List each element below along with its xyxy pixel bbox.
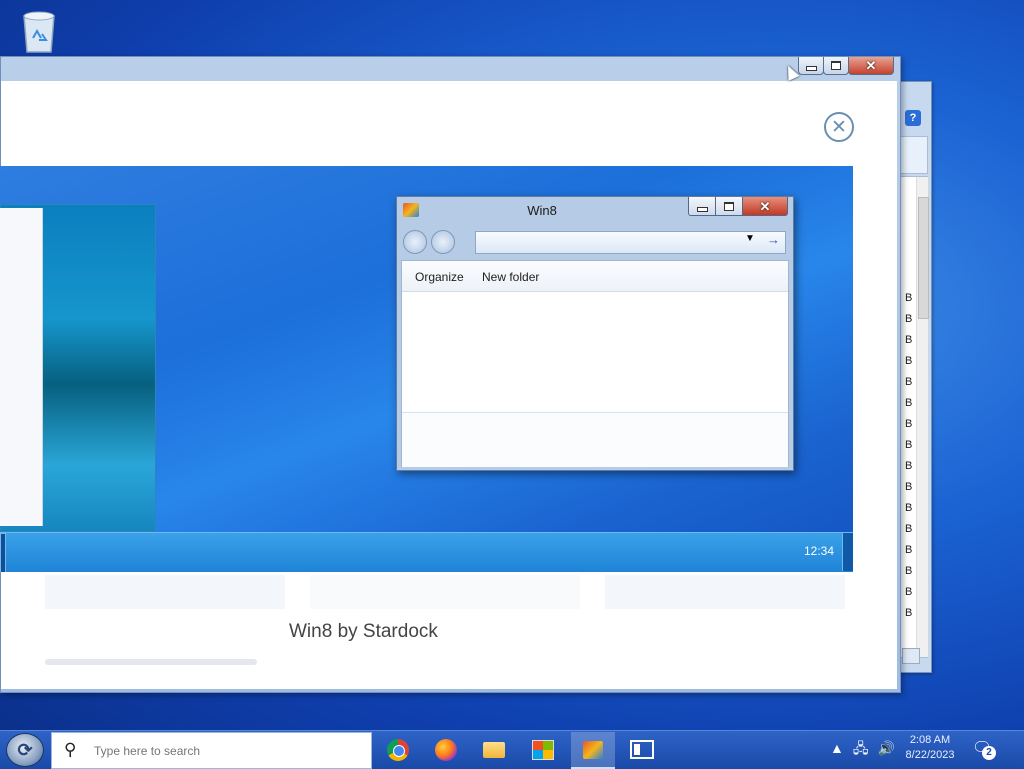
list-item: B — [905, 355, 913, 367]
taskbar-clock[interactable]: 2:08 AM 8/22/2023 — [898, 733, 962, 763]
chevron-down-icon: ▼ — [745, 233, 755, 244]
thumbnail[interactable] — [45, 575, 285, 609]
chrome-icon — [387, 738, 409, 761]
minimize-icon — [805, 66, 817, 71]
close-preview-button[interactable]: ✕ — [824, 112, 854, 142]
start-button[interactable]: ⟳ — [6, 733, 44, 767]
minimize-icon — [696, 206, 708, 212]
taskbar-chrome[interactable] — [376, 732, 420, 767]
details-pane — [900, 136, 928, 174]
explorer-title: Win8 — [527, 203, 557, 218]
minimize-button[interactable] — [798, 57, 824, 75]
new-folder-button: New folder — [482, 270, 540, 284]
search-box[interactable]: ⚲ — [51, 732, 372, 769]
close-icon: ✕ — [759, 198, 771, 214]
recycle-bin-icon[interactable] — [18, 8, 60, 54]
theme-preview-image: Win8 ✕ ▼ → Organize New folder 12:34 — [0, 166, 853, 572]
preview-explorer-window: Win8 ✕ ▼ → Organize New folder — [396, 196, 794, 471]
system-tray: ▲ 🖧 🔊 — [830, 738, 904, 762]
list-item: B — [905, 523, 913, 535]
maximize-icon — [831, 61, 841, 70]
command-bar: Organize New folder — [402, 261, 788, 292]
preview-show-desktop — [842, 533, 853, 571]
list-item: B — [905, 460, 913, 472]
explorer-maximize-button — [715, 197, 743, 216]
action-center-button[interactable]: 🗨 2 — [972, 738, 996, 760]
preview-start-menu-pane — [0, 208, 43, 526]
back-icon — [403, 230, 427, 254]
list-item: B — [905, 586, 913, 598]
list-item: B — [905, 397, 913, 409]
list-item: B — [905, 502, 913, 514]
list-item: B — [905, 334, 913, 346]
file-list[interactable]: B B B B B B B B B B B B B B B B — [900, 176, 929, 658]
win8-app-icon — [583, 740, 603, 759]
task-view-icon — [630, 740, 654, 759]
address-bar — [475, 231, 786, 254]
close-circle-icon: ✕ — [831, 116, 847, 138]
forward-icon — [431, 230, 455, 254]
chevron-up-icon[interactable]: ▲ — [830, 740, 844, 756]
scrollbar-thumb[interactable] — [918, 197, 929, 319]
preview-start-button — [0, 533, 6, 572]
notification-count: 2 — [982, 746, 996, 760]
clock-date: 8/22/2023 — [905, 749, 955, 761]
taskbar-file-explorer[interactable] — [472, 732, 516, 767]
list-item: B — [905, 439, 913, 451]
help-icon[interactable]: ? — [905, 110, 921, 126]
volume-icon[interactable]: 🔊 — [877, 740, 894, 756]
thumbnail[interactable] — [605, 575, 845, 609]
maximize-button[interactable] — [823, 57, 849, 75]
list-item: B — [905, 376, 913, 388]
firefox-icon — [435, 738, 457, 761]
close-button[interactable]: ✕ — [848, 57, 894, 75]
network-icon[interactable]: 🖧 — [853, 740, 869, 756]
list-item: B — [905, 481, 913, 493]
vertical-scrollbar[interactable] — [916, 177, 929, 657]
search-icon: ⚲ — [64, 740, 77, 759]
close-icon: ✕ — [865, 58, 877, 73]
clock-time: 2:08 AM — [909, 734, 951, 746]
thumbnail[interactable] — [310, 575, 580, 609]
list-item: B — [905, 313, 913, 325]
view-toggle-icon[interactable] — [902, 648, 920, 664]
explorer-close-button: ✕ — [742, 197, 788, 216]
organize-menu: Organize — [415, 270, 464, 284]
preview-clock: 12:34 — [804, 544, 835, 558]
explorer-minimize-button — [688, 197, 716, 216]
list-item: B — [905, 607, 913, 619]
maximize-icon — [724, 201, 734, 211]
preview-taskbar — [0, 532, 853, 572]
list-item: B — [905, 292, 913, 304]
details-pane — [402, 412, 788, 467]
search-input[interactable] — [92, 739, 366, 763]
list-item: B — [905, 544, 913, 556]
list-item: B — [905, 418, 913, 430]
carousel-indicator — [45, 659, 257, 665]
file-explorer-icon — [483, 741, 505, 758]
taskbar-win8-app[interactable] — [571, 732, 615, 769]
start-orb-icon: ⟳ — [17, 740, 33, 760]
microsoft-store-icon — [532, 739, 554, 760]
theme-caption: Win8 by Stardock — [289, 621, 438, 642]
go-arrow-icon: → — [767, 232, 780, 247]
taskbar-task-view[interactable] — [620, 732, 664, 767]
list-item: B — [905, 565, 913, 577]
explorer-body: Organize New folder — [401, 260, 789, 467]
taskbar-store[interactable] — [521, 732, 565, 767]
taskbar-firefox[interactable] — [424, 732, 468, 767]
